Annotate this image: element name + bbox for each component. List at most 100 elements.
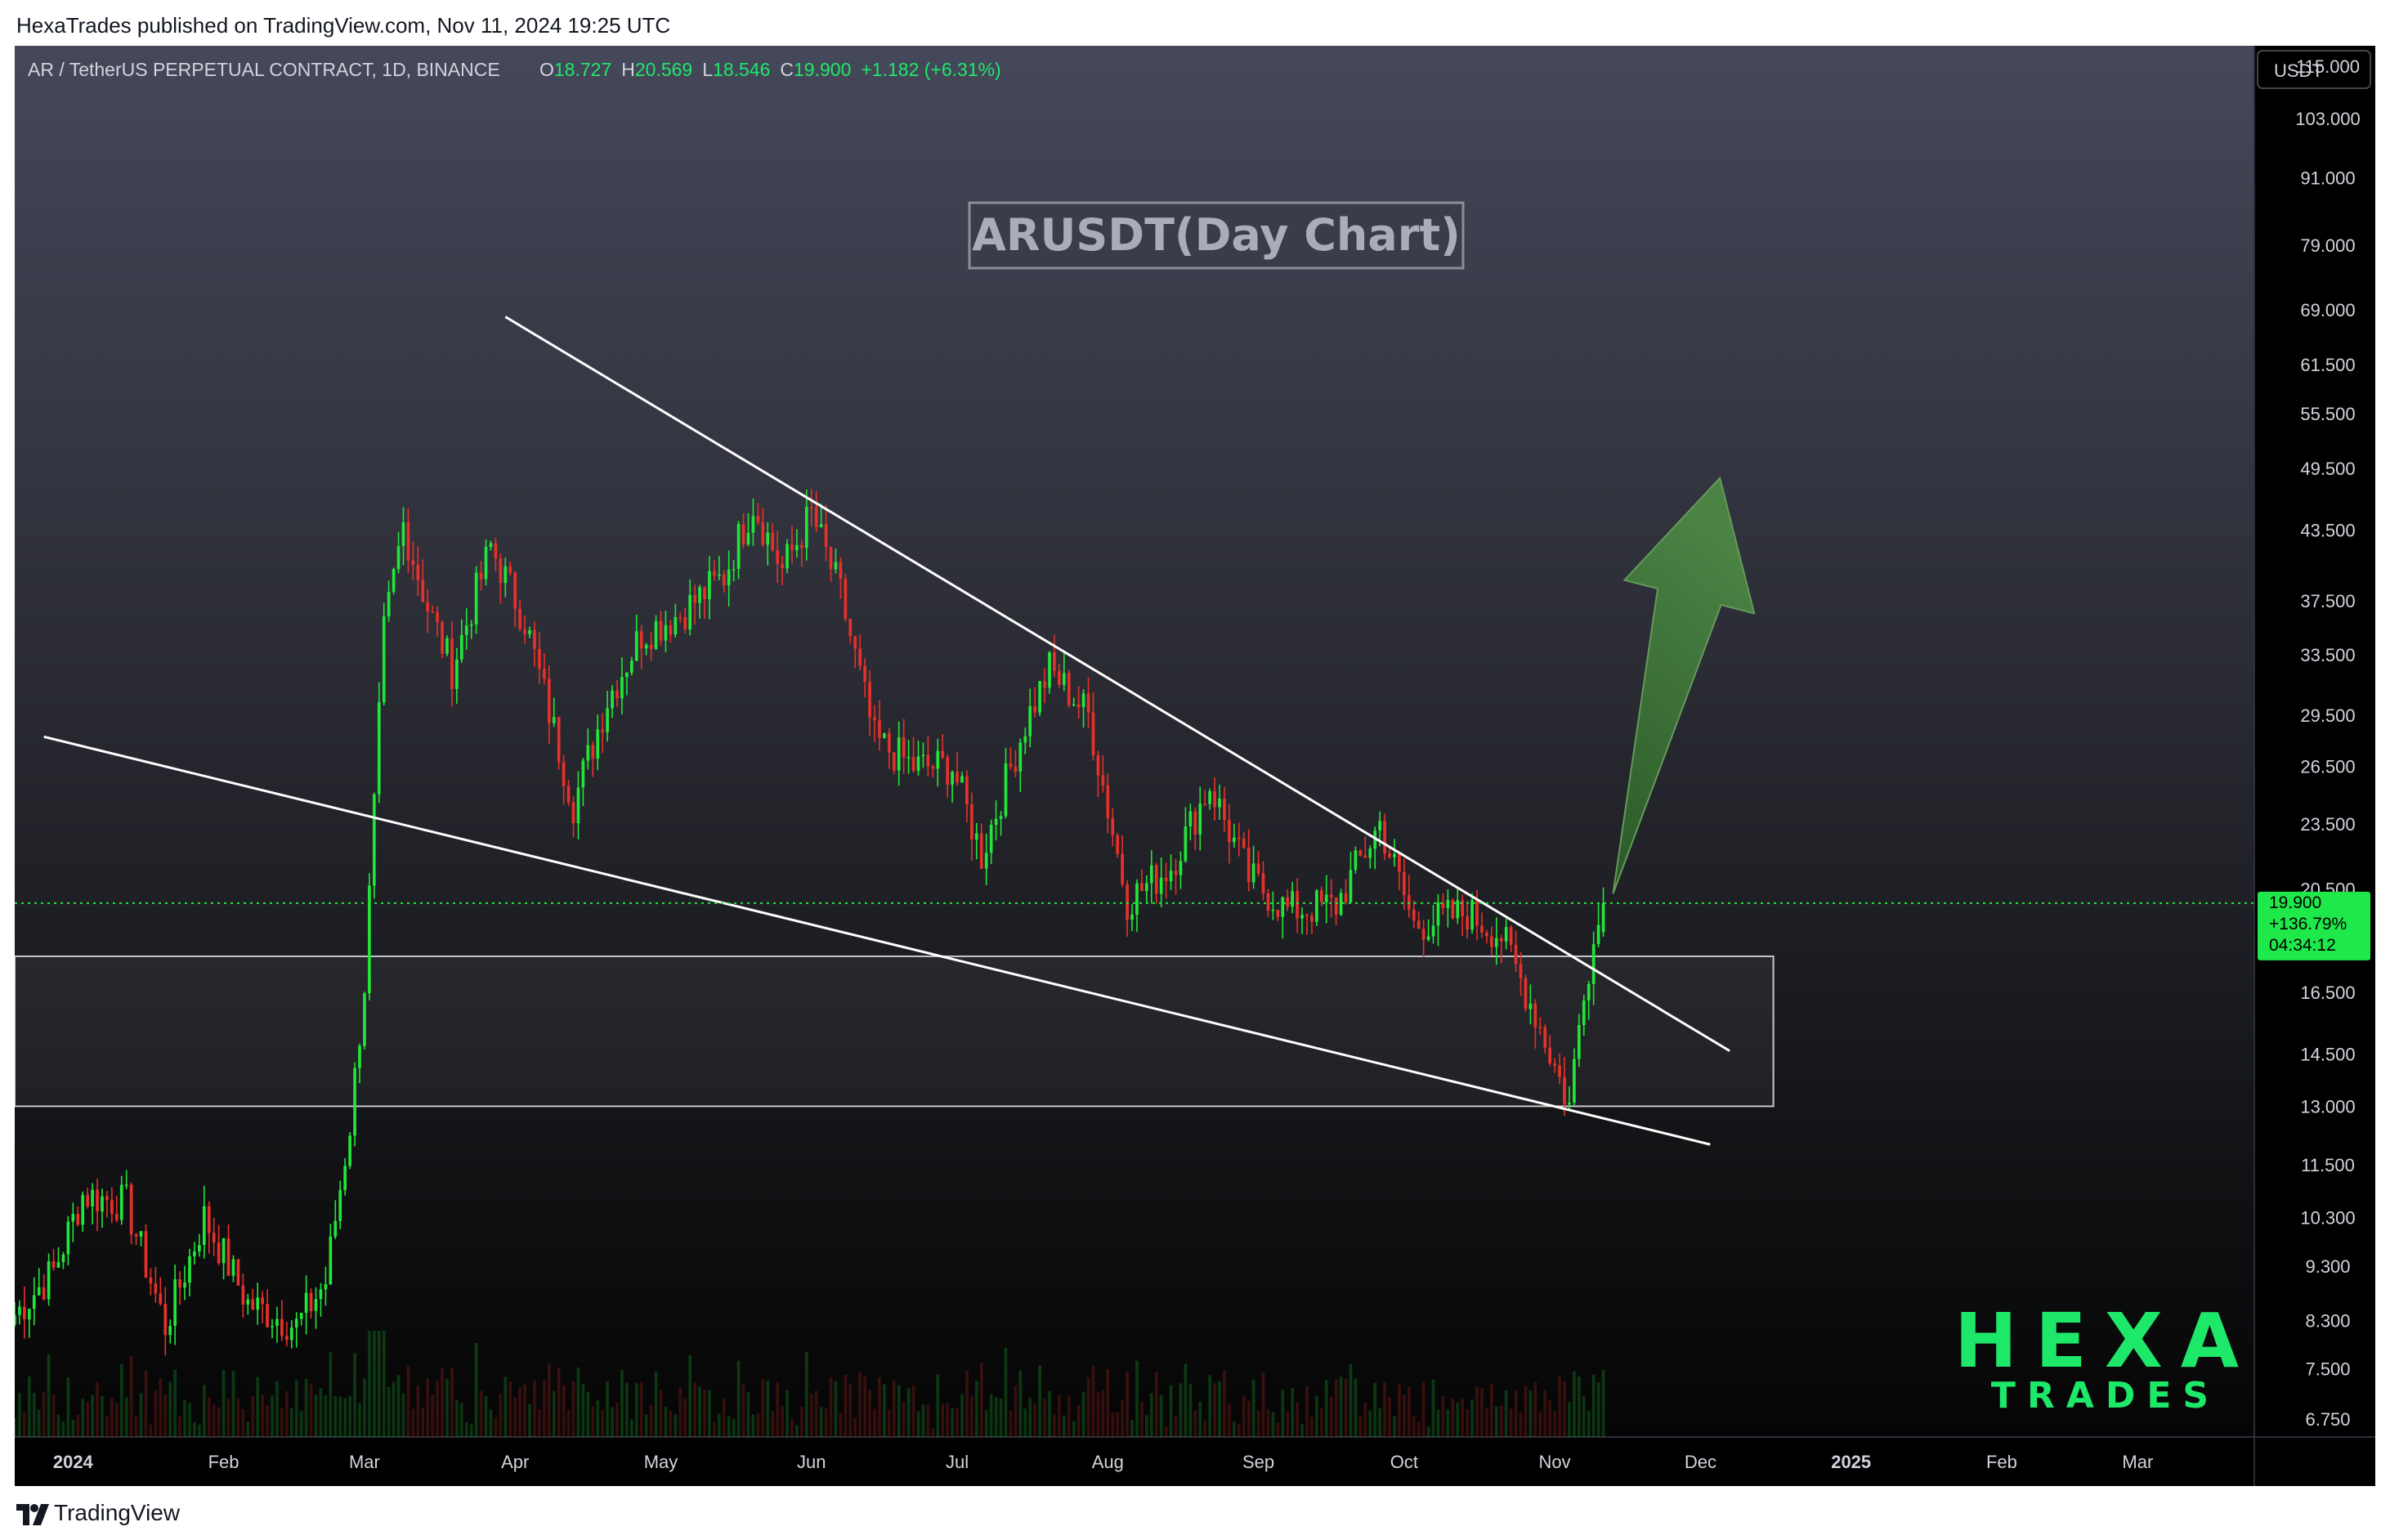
volume-bar bbox=[571, 1381, 575, 1437]
candle-body bbox=[538, 648, 541, 669]
volume-bar bbox=[946, 1403, 950, 1437]
volume-bar bbox=[591, 1406, 595, 1437]
candle-body bbox=[897, 737, 901, 771]
ohlc-key: C bbox=[780, 59, 794, 80]
candle-body bbox=[1577, 1025, 1581, 1059]
volume-bar bbox=[814, 1390, 818, 1437]
volume-bar bbox=[552, 1391, 556, 1437]
volume-bar bbox=[790, 1419, 794, 1437]
candle-body bbox=[387, 591, 391, 617]
candle-body bbox=[37, 1287, 41, 1296]
candle-body bbox=[552, 717, 556, 723]
candle-body bbox=[766, 532, 770, 545]
candle-body bbox=[1203, 804, 1207, 805]
candle-body bbox=[1334, 898, 1338, 915]
volume-bar bbox=[1344, 1379, 1348, 1437]
volume-bar bbox=[236, 1398, 240, 1437]
volume-bar bbox=[921, 1404, 925, 1437]
volume-bar bbox=[1101, 1390, 1105, 1437]
candle-body bbox=[363, 993, 366, 1046]
volume-bar bbox=[538, 1409, 541, 1437]
watermark-trades: TRADES bbox=[1991, 1375, 2220, 1417]
candle-body bbox=[27, 1309, 31, 1320]
candle-body bbox=[324, 1284, 328, 1290]
volume-bar bbox=[114, 1403, 119, 1437]
candle-body bbox=[1038, 681, 1041, 713]
candle-body bbox=[469, 625, 473, 626]
volume-bar bbox=[241, 1408, 245, 1437]
volume-bar bbox=[693, 1382, 696, 1437]
volume-bar bbox=[1378, 1408, 1381, 1437]
price-tick-label: 23.500 bbox=[2300, 814, 2355, 835]
time-axis[interactable]: 2024 Feb Mar Apr May Jun Jul Aug Sep Oct Nov Dec 202… bbox=[53, 1452, 2153, 1472]
candle-body bbox=[761, 522, 765, 545]
candle-body bbox=[139, 1231, 143, 1237]
volume-bar bbox=[479, 1390, 483, 1437]
candle-body bbox=[231, 1259, 235, 1276]
volume-bar bbox=[781, 1406, 784, 1437]
volume-bar bbox=[741, 1384, 745, 1437]
volume-bar bbox=[562, 1385, 566, 1437]
volume-bar bbox=[853, 1417, 857, 1437]
volume-bar bbox=[785, 1390, 789, 1437]
candle-body bbox=[1018, 742, 1023, 772]
candle-body bbox=[1504, 927, 1508, 942]
volume-bar bbox=[586, 1391, 590, 1437]
candle-body bbox=[571, 802, 575, 824]
volume-bar bbox=[1568, 1402, 1571, 1437]
candle-body bbox=[989, 825, 993, 853]
price-tick-label: 7.500 bbox=[2305, 1359, 2350, 1379]
candle-body bbox=[1344, 893, 1348, 902]
volume-bar bbox=[329, 1352, 333, 1437]
volume-bar bbox=[1407, 1386, 1411, 1437]
candle-body bbox=[698, 587, 701, 603]
volume-bar bbox=[193, 1421, 196, 1437]
volume-bar bbox=[1256, 1410, 1260, 1437]
volume-bar bbox=[533, 1380, 536, 1437]
candle-body bbox=[484, 547, 488, 580]
volume-bar bbox=[508, 1381, 512, 1437]
ohlc-key: L bbox=[702, 59, 713, 80]
candle-body bbox=[299, 1313, 303, 1319]
candle-body bbox=[528, 629, 531, 634]
chart-title: ARUSDT(Day Chart) bbox=[972, 209, 1461, 261]
candle-body bbox=[329, 1236, 333, 1285]
candle-body bbox=[1218, 798, 1221, 808]
volume-bar bbox=[1373, 1382, 1377, 1437]
candle-body bbox=[1509, 927, 1513, 945]
time-tick-label: Nov bbox=[1539, 1452, 1571, 1472]
volume-bar bbox=[523, 1384, 526, 1437]
volume-bar bbox=[557, 1367, 561, 1437]
price-chart[interactable]: AR / TetherUS PERPETUAL CONTRACT, 1D, BI… bbox=[15, 46, 2375, 1486]
candle-body bbox=[659, 620, 663, 641]
candle-body bbox=[314, 1299, 318, 1311]
volume-bar bbox=[1228, 1403, 1231, 1437]
volume-bar bbox=[596, 1400, 600, 1437]
volume-bar bbox=[226, 1399, 230, 1437]
candle-body bbox=[746, 532, 750, 545]
candle-body bbox=[1159, 877, 1163, 894]
volume-bar bbox=[1528, 1390, 1533, 1437]
volume-bar bbox=[528, 1403, 531, 1437]
volume-bar bbox=[1213, 1383, 1216, 1437]
candle-body bbox=[1470, 900, 1474, 930]
volume-bar bbox=[1291, 1388, 1295, 1437]
volume-bar bbox=[284, 1390, 289, 1437]
candle-body bbox=[1533, 1003, 1537, 1027]
volume-bar bbox=[387, 1386, 391, 1437]
volume-bar bbox=[372, 1331, 376, 1437]
volume-bar bbox=[1368, 1410, 1372, 1437]
candle-body bbox=[1339, 893, 1343, 915]
volume-bar bbox=[1475, 1386, 1479, 1437]
candle-body bbox=[1223, 798, 1226, 820]
chart-frame[interactable]: AR / TetherUS PERPETUAL CONTRACT, 1D, BI… bbox=[15, 46, 2375, 1486]
candle-body bbox=[1499, 938, 1503, 942]
volume-bar bbox=[1271, 1412, 1275, 1437]
candle-body bbox=[91, 1189, 94, 1206]
candle-body bbox=[581, 760, 585, 788]
volume-bar bbox=[1266, 1408, 1270, 1437]
candle-body bbox=[868, 681, 871, 718]
candle-body bbox=[406, 522, 410, 561]
volume-bar bbox=[212, 1404, 216, 1437]
candle-body bbox=[101, 1196, 104, 1212]
